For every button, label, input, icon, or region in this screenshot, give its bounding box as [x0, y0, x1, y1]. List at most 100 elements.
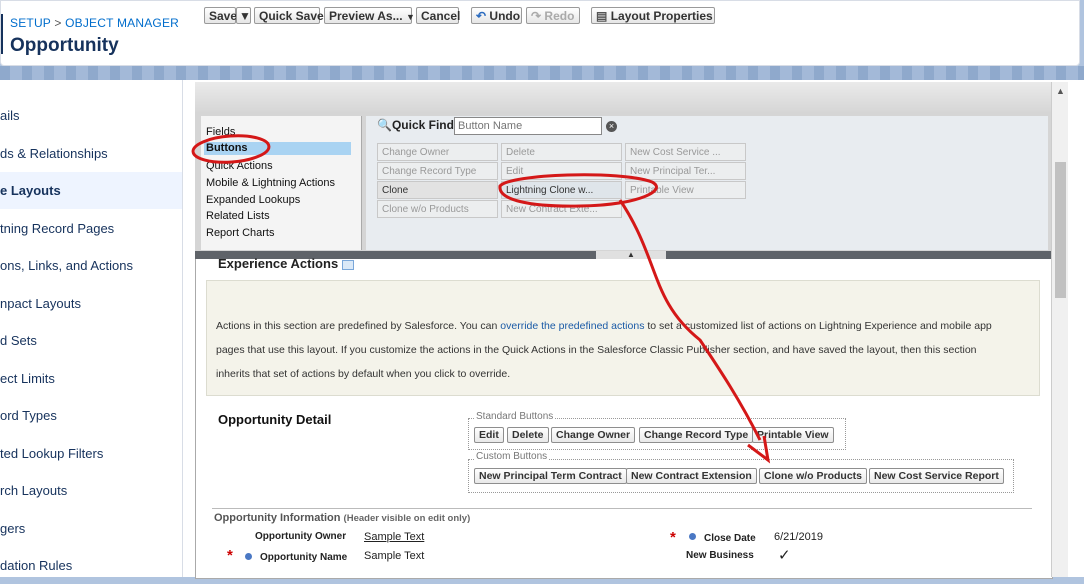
palette-button-new-principal-term[interactable]: New Principal Ter...	[625, 162, 746, 180]
sidebar-item-label: gers	[0, 521, 26, 536]
required-marker: *	[227, 547, 233, 564]
sidebar-item-label: e Layouts	[0, 183, 61, 198]
palette-button-lightning-clone[interactable]: Lightning Clone w...	[501, 181, 622, 199]
layout-button-change-owner[interactable]: Change Owner	[551, 427, 636, 443]
undo-label: Undo	[489, 9, 521, 23]
sidebar-item-related-lookup-filters[interactable]: ted Lookup Filters	[0, 435, 182, 472]
category-quick-actions[interactable]: Quick Actions	[206, 160, 273, 172]
sidebar-item-buttons-links-actions[interactable]: ons, Links, and Actions	[0, 247, 182, 284]
clear-icon[interactable]: ×	[606, 121, 617, 132]
quick-save-button[interactable]: Quick Save	[254, 7, 324, 24]
experience-actions-text-line-3: inherits that set of actions by default …	[216, 368, 511, 380]
field-value-opportunity-name[interactable]: Sample Text	[364, 550, 424, 562]
sidebar-item-fields-relationships[interactable]: ds & Relationships	[0, 135, 182, 172]
category-report-charts[interactable]: Report Charts	[206, 227, 274, 239]
undo-button[interactable]: ↶ Undo	[471, 7, 522, 24]
layout-button-new-cost-service-report[interactable]: New Cost Service Report	[869, 468, 1004, 484]
header-accent	[1, 14, 3, 54]
properties-icon: ▤	[596, 9, 608, 23]
layout-button-new-principal-term-contract[interactable]: New Principal Term Contract	[474, 468, 627, 484]
category-related-lists[interactable]: Related Lists	[206, 210, 270, 222]
sidebar-item-compact-layouts[interactable]: npact Layouts	[0, 285, 182, 322]
sidebar-item-label: ted Lookup Filters	[0, 446, 104, 461]
field-value-close-date[interactable]: 6/21/2019	[774, 531, 823, 543]
chevron-down-icon: ▼	[405, 12, 415, 22]
section-title: Opportunity Information	[214, 512, 341, 524]
layout-button-edit[interactable]: Edit	[474, 427, 504, 443]
info-icon[interactable]	[341, 259, 354, 270]
checkmark-icon[interactable]: ✓	[778, 546, 791, 564]
category-expanded-lookups[interactable]: Expanded Lookups	[206, 194, 300, 206]
cancel-button[interactable]: Cancel	[416, 7, 460, 24]
chevron-down-icon: ▼	[239, 9, 251, 23]
experience-actions-title: Experience Actions	[218, 256, 339, 271]
redo-button[interactable]: ↷ Redo	[526, 7, 580, 24]
save-dropdown-button[interactable]: ▼	[236, 7, 251, 24]
sidebar-item-record-types[interactable]: ord Types	[0, 397, 182, 434]
override-actions-link[interactable]: override the predefined actions	[500, 320, 644, 332]
sidebar-item-search-layouts[interactable]: rch Layouts	[0, 472, 182, 509]
sidebar-item-field-sets[interactable]: d Sets	[0, 322, 182, 359]
quick-find-label: 🔍Quick Find	[377, 118, 454, 132]
layout-button-delete[interactable]: Delete	[507, 427, 549, 443]
undo-icon: ↶	[476, 9, 487, 23]
section-note: (Header visible on edit only)	[343, 513, 471, 524]
sidebar-item-details[interactable]: ails	[0, 97, 182, 134]
sidebar-item-object-limits[interactable]: ect Limits	[0, 360, 182, 397]
field-dot-icon	[689, 533, 696, 540]
experience-actions-text-line-1: Actions in this section are predefined b…	[216, 320, 992, 332]
breadcrumb: SETUP > OBJECT MANAGER	[10, 16, 179, 30]
field-label-close-date: Close Date	[704, 533, 756, 544]
layout-button-change-record-type[interactable]: Change Record Type	[639, 427, 754, 443]
palette-button-new-cost-service[interactable]: New Cost Service ...	[625, 143, 746, 161]
sidebar-item-label: rch Layouts	[0, 483, 68, 498]
palette-category-list: Fields Buttons Quick Actions Mobile & Li…	[201, 116, 362, 250]
breadcrumb-separator: >	[54, 16, 62, 30]
category-buttons[interactable]: Buttons	[204, 142, 351, 155]
breadcrumb-setup[interactable]: SETUP	[10, 16, 51, 30]
palette-button-delete[interactable]: Delete	[501, 143, 622, 161]
sidebar-item-label: dation Rules	[0, 558, 73, 573]
section-header-opportunity-information[interactable]: Opportunity Information (Header visible …	[214, 512, 470, 524]
category-fields[interactable]: Fields	[206, 126, 235, 138]
scroll-up-icon[interactable]: ▲	[1056, 86, 1065, 96]
sidebar-item-lightning-record-pages[interactable]: tning Record Pages	[0, 210, 182, 247]
section-divider	[212, 508, 1032, 509]
experience-actions-heading: Experience Actions	[218, 256, 354, 271]
collapse-handle[interactable]: ▲	[596, 251, 666, 259]
layout-button-new-contract-extension[interactable]: New Contract Extension	[626, 468, 757, 484]
palette-button-clone[interactable]: Clone	[377, 181, 498, 199]
breadcrumb-object-manager[interactable]: OBJECT MANAGER	[65, 16, 179, 30]
preview-as-label: Preview As...	[329, 9, 403, 23]
sidebar-item-label: ds & Relationships	[0, 146, 108, 161]
page-title: Opportunity	[10, 35, 119, 56]
palette-button-change-owner[interactable]: Change Owner	[377, 143, 498, 161]
vertical-scrollbar[interactable]: ▲	[1051, 82, 1068, 577]
exp-text-part: to set a customized list of actions on L…	[644, 320, 992, 332]
sidebar-item-label: ails	[0, 108, 20, 123]
preview-as-button[interactable]: Preview As... ▼	[324, 7, 415, 24]
palette-button-printable-view[interactable]: Printable View	[625, 181, 746, 199]
sidebar-item-label: ons, Links, and Actions	[0, 258, 133, 273]
field-label-opportunity-name: Opportunity Name	[260, 552, 348, 563]
quick-find-input[interactable]	[454, 117, 602, 135]
layout-button-clone-wo-products[interactable]: Clone w/o Products	[759, 468, 868, 484]
palette-button-change-record-type[interactable]: Change Record Type	[377, 162, 498, 180]
sidebar: ails ds & Relationships e Layouts tning …	[0, 80, 183, 577]
editor-toolbar	[195, 82, 1051, 113]
scrollbar-thumb[interactable]	[1055, 162, 1066, 298]
sidebar-item-triggers[interactable]: gers	[0, 510, 182, 547]
layout-button-printable-view[interactable]: Printable View	[752, 427, 834, 443]
layout-properties-label: Layout Properties	[610, 9, 713, 23]
palette-button-edit[interactable]: Edit	[501, 162, 622, 180]
layout-properties-button[interactable]: ▤ Layout Properties	[591, 7, 715, 24]
sidebar-item-label: tning Record Pages	[0, 221, 115, 236]
sidebar-item-validation-rules[interactable]: dation Rules	[0, 547, 182, 584]
save-button[interactable]: Save	[204, 7, 237, 24]
palette-button-new-contract-extension[interactable]: New Contract Exte...	[501, 200, 622, 218]
field-value-opportunity-owner[interactable]: Sample Text	[364, 531, 424, 543]
palette-button-clone-wo-products[interactable]: Clone w/o Products	[377, 200, 498, 218]
category-mobile-lightning-actions[interactable]: Mobile & Lightning Actions	[206, 177, 335, 189]
sidebar-item-page-layouts[interactable]: e Layouts	[0, 172, 182, 209]
experience-actions-text-line-2: pages that use this layout. If you custo…	[216, 344, 977, 356]
